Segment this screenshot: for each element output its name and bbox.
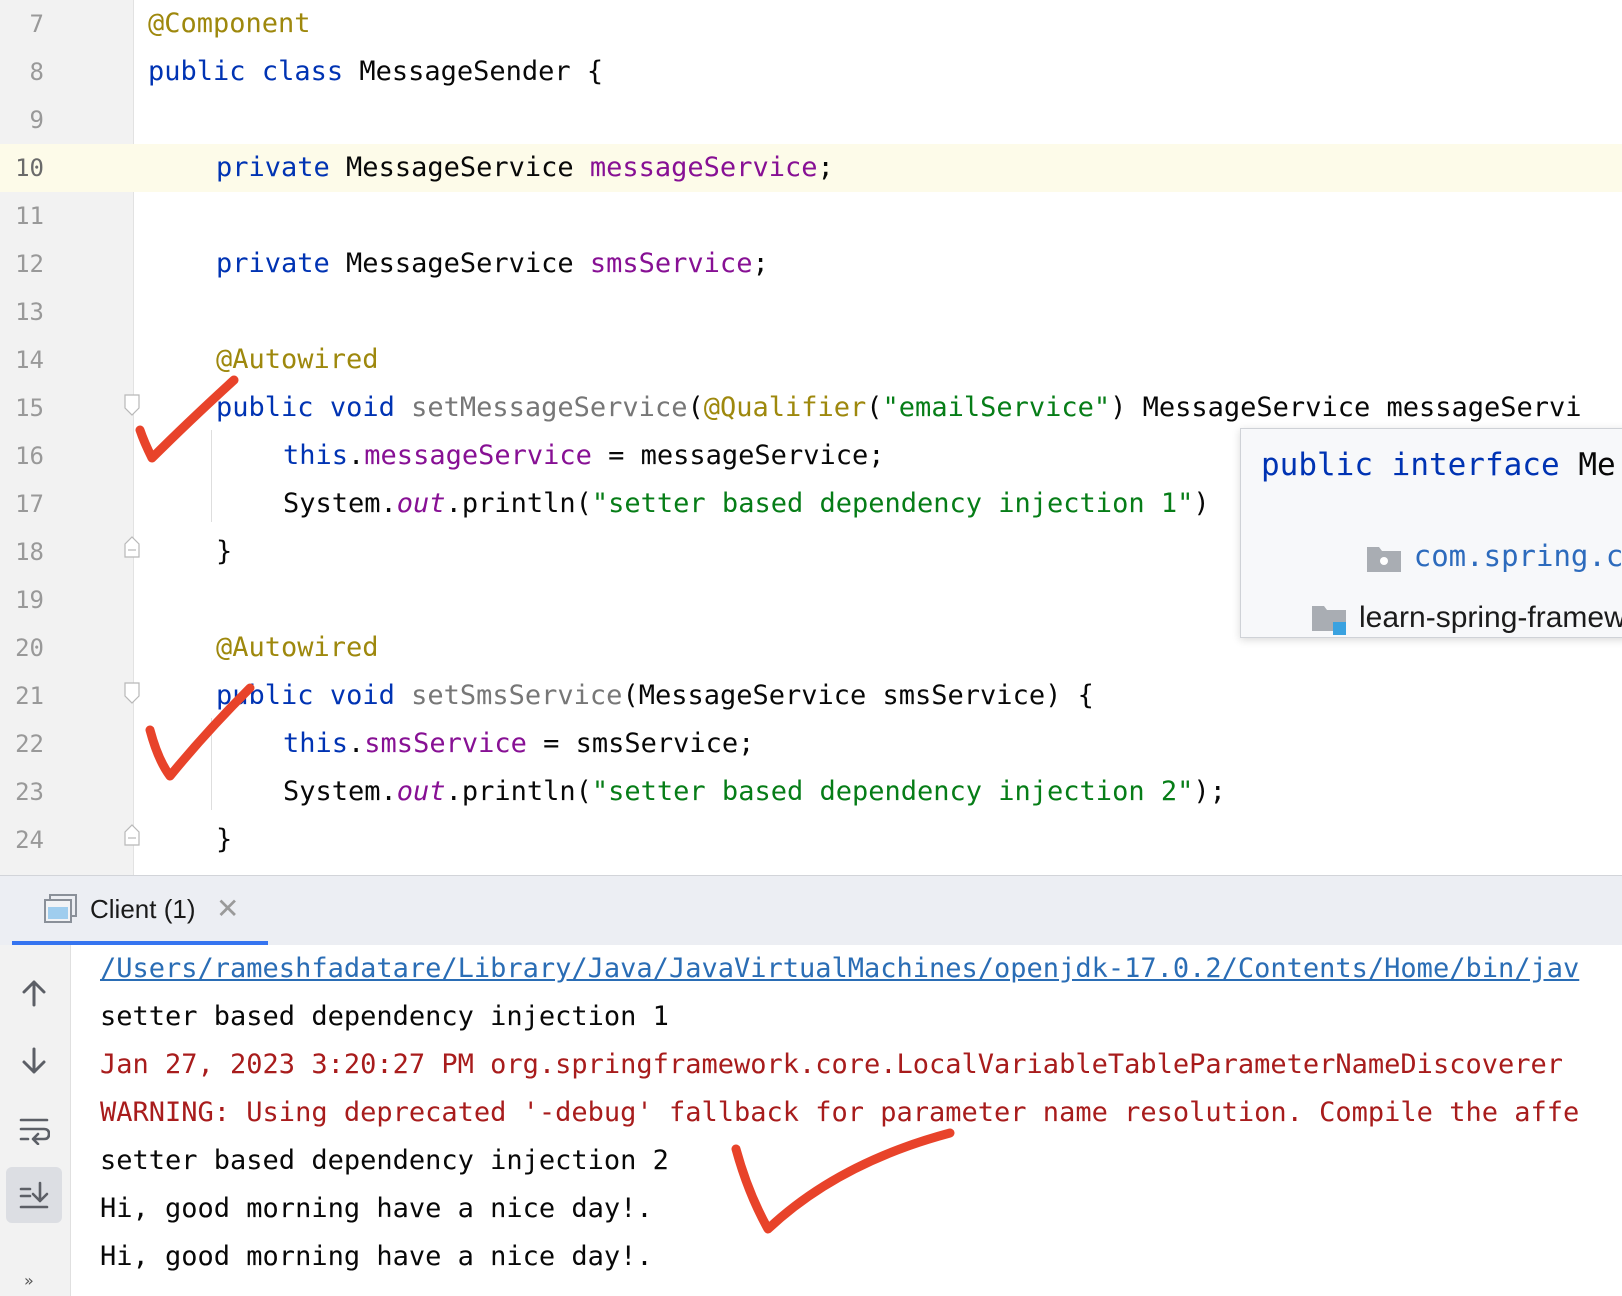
line-number: 23 [15,778,44,806]
line-number: 21 [15,682,44,710]
code-text: } [216,536,233,567]
code-line[interactable]: 11 [0,192,1622,240]
code-text: System.out.println("setter based depende… [283,488,1210,519]
code-text: this.messageService = messageService; [283,440,885,471]
code-text: System.out.println("setter based depende… [283,776,1226,807]
code-text: private MessageService messageService; [216,152,834,183]
code-text: public void setMessageService(@Qualifier… [216,392,1582,423]
popup-signature: public interface Me [1261,447,1616,483]
line-number: 13 [15,298,44,326]
scroll-to-end-button[interactable] [6,1167,62,1223]
soft-wrap-icon [19,1118,50,1145]
console-toolbar: » [0,945,71,1296]
line-number: 22 [15,730,44,758]
line-number: 20 [15,634,44,662]
checkmark-icon [145,683,255,781]
console-line: setter based dependency injection 2 [100,1145,669,1176]
scroll-up-button[interactable] [6,965,62,1021]
code-line[interactable]: 9 [0,96,1622,144]
module-icon [1312,606,1347,636]
console-line: setter based dependency injection 1 [100,1001,669,1032]
console-line: Hi, good morning have a nice day!. [100,1193,653,1224]
line-number: 17 [15,490,44,518]
code-line[interactable]: 13 [0,288,1622,336]
line-number: 19 [15,586,44,614]
code-editor[interactable]: 7 @Component 8 public class MessageSende… [0,0,1622,875]
console-error-line: Jan 27, 2023 3:20:27 PM org.springframew… [100,1049,1563,1080]
run-tool-window-header: Client (1) ✕ [0,875,1622,946]
tab-client-1[interactable]: Client (1) ✕ [12,876,268,946]
line-number: 12 [15,250,44,278]
more-icon[interactable]: » [24,1271,34,1290]
line-number: 24 [15,826,44,854]
code-line[interactable]: 7 @Component [0,0,1622,48]
scroll-up-icon [22,980,46,1007]
checkmark-icon [135,375,239,463]
line-number: 16 [15,442,44,470]
line-number: 14 [15,346,44,374]
code-line[interactable]: 8 public class MessageSender { [0,48,1622,96]
console-panel[interactable]: » /Users/rameshfadatare/Library/Java/Jav… [0,945,1622,1296]
scroll-to-end-icon [19,1181,49,1209]
code-line[interactable]: 24 } [0,816,1622,864]
line-number: 8 [29,58,44,86]
checkmark-icon [731,1128,955,1234]
console-command-link[interactable]: /Users/rameshfadatare/Library/Java/JavaV… [100,945,1579,993]
console-line: Hi, good morning have a nice day!. [100,1241,653,1272]
console-tab-icon [44,894,77,923]
fold-icon[interactable] [124,824,140,846]
scroll-down-icon [22,1047,46,1074]
code-line[interactable]: 12 private MessageService smsService; [0,240,1622,288]
code-text: @Autowired [216,632,379,663]
line-number: 7 [29,10,44,38]
line-number: 18 [15,538,44,566]
line-number: 15 [15,394,44,422]
code-text: private MessageService smsService; [216,248,769,279]
line-number: 9 [29,106,44,134]
code-text: this.smsService = smsService; [283,728,755,759]
code-text: @Component [148,8,311,39]
line-number: 11 [15,202,44,230]
tab-label: Client (1) [90,894,196,924]
line-number: 10 [15,154,44,182]
code-text: public void setSmsService(MessageService… [216,680,1094,711]
fold-icon[interactable] [124,682,140,704]
soft-wrap-button[interactable] [6,1101,62,1157]
quick-documentation-popup: public interface Me com.spring.core.c le… [1240,428,1622,638]
code-text: public class MessageSender { [148,56,604,87]
close-icon[interactable]: ✕ [216,894,239,924]
current-code-line[interactable]: 10 private MessageService messageService… [0,144,1622,192]
scroll-down-button[interactable] [6,1033,62,1089]
fold-icon[interactable] [124,536,140,558]
popup-module: learn-spring-framew [1261,567,1622,637]
code-text: } [216,824,233,855]
